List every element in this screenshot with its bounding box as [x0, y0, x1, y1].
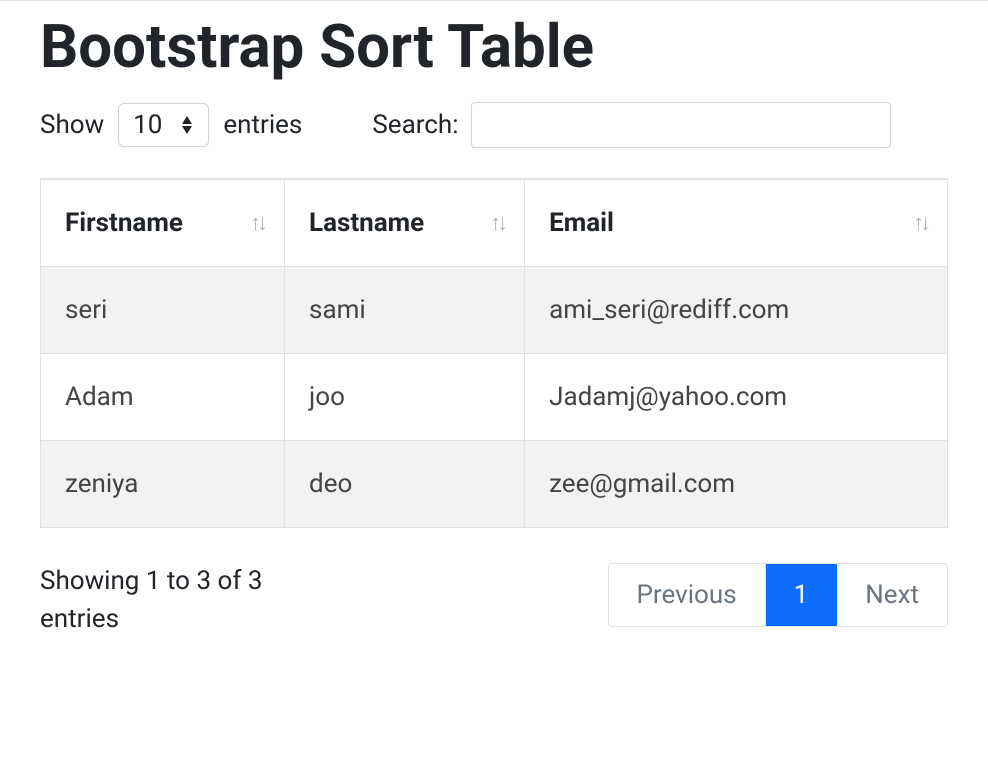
- data-table: Firstname ↑↓ Lastname ↑↓ Email ↑↓ seri s…: [40, 178, 948, 528]
- pagination: Previous 1 Next: [608, 563, 948, 627]
- entries-select[interactable]: 10: [118, 103, 209, 147]
- table-row: seri sami ami_seri@rediff.com: [41, 267, 948, 354]
- entries-label: entries: [223, 110, 302, 140]
- column-header-email[interactable]: Email ↑↓: [525, 179, 948, 267]
- sort-icon: ↑↓: [250, 210, 264, 236]
- page-title: Bootstrap Sort Table: [40, 11, 948, 82]
- column-label: Email: [549, 208, 614, 238]
- table-row: Adam joo Jadamj@yahoo.com: [41, 354, 948, 441]
- cell-email: zee@gmail.com: [525, 441, 948, 528]
- page-1-button[interactable]: 1: [766, 564, 838, 626]
- column-label: Lastname: [309, 208, 424, 238]
- sort-arrows-icon: [180, 115, 194, 135]
- cell-lastname: sami: [285, 267, 525, 354]
- cell-email: Jadamj@yahoo.com: [525, 354, 948, 441]
- table-row: zeniya deo zee@gmail.com: [41, 441, 948, 528]
- column-label: Firstname: [65, 208, 183, 238]
- entries-select-value: 10: [133, 110, 162, 140]
- previous-button[interactable]: Previous: [609, 564, 766, 626]
- cell-lastname: joo: [285, 354, 525, 441]
- cell-firstname: Adam: [41, 354, 285, 441]
- cell-firstname: zeniya: [41, 441, 285, 528]
- search-input[interactable]: [471, 102, 891, 148]
- column-header-lastname[interactable]: Lastname ↑↓: [285, 179, 525, 267]
- sort-icon: ↑↓: [490, 210, 504, 236]
- cell-lastname: deo: [285, 441, 525, 528]
- next-button[interactable]: Next: [837, 564, 947, 626]
- table-info: Showing 1 to 3 of 3 entries: [40, 563, 300, 638]
- show-label: Show: [40, 110, 104, 140]
- cell-firstname: seri: [41, 267, 285, 354]
- sort-icon: ↑↓: [913, 210, 927, 236]
- search-label: Search:: [372, 110, 458, 140]
- column-header-firstname[interactable]: Firstname ↑↓: [41, 179, 285, 267]
- cell-email: ami_seri@rediff.com: [525, 267, 948, 354]
